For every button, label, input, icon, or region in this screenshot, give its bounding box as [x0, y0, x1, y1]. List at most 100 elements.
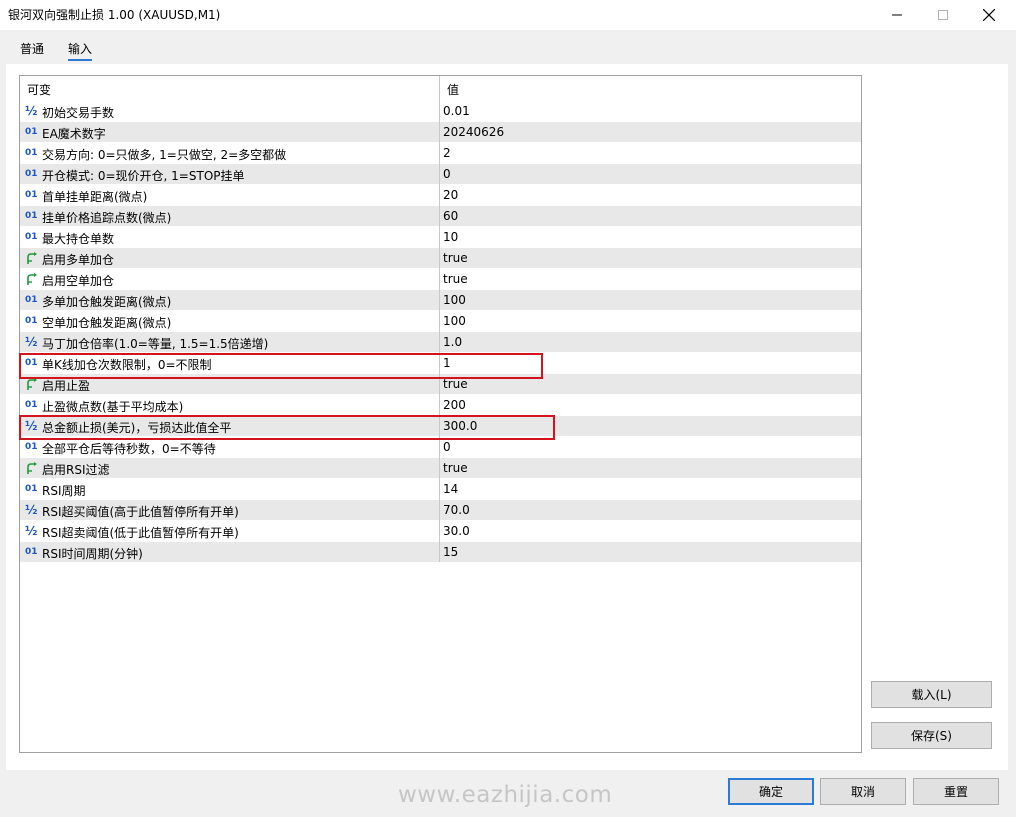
- maximize-icon: [938, 10, 948, 20]
- table-row[interactable]: 01 空单加仓触发距离(微点) 100: [20, 311, 861, 332]
- table-row[interactable]: 启用RSI过滤 true: [20, 458, 861, 479]
- table-row[interactable]: 01 挂单价格追踪点数(微点) 60: [20, 206, 861, 227]
- table-row[interactable]: 01 全部平仓后等待秒数，0=不等待 0: [20, 437, 861, 458]
- int-type-icon: 01: [25, 148, 38, 158]
- table-row[interactable]: 01 开仓模式: 0=现价开仓, 1=STOP挂单 0: [20, 164, 861, 185]
- table-row[interactable]: 01 RSI时间周期(分钟) 15: [20, 542, 861, 563]
- int-type-icon: 01: [25, 442, 38, 452]
- table-row[interactable]: ½ 总金额止损(美元)，亏损达此值全平 300.0: [20, 416, 861, 437]
- save-button[interactable]: 保存(S): [871, 722, 992, 749]
- parameter-name: RSI时间周期(分钟): [42, 547, 143, 561]
- parameter-value[interactable]: 70.0: [443, 503, 470, 517]
- table-row[interactable]: 01 单K线加仓次数限制，0=不限制 1: [20, 353, 861, 374]
- window-title: 银河双向强制止损 1.00 (XAUUSD,M1): [8, 8, 221, 22]
- bool-type-icon: [25, 378, 39, 391]
- parameter-value[interactable]: 10: [443, 230, 458, 244]
- bool-type-icon: [25, 252, 39, 265]
- parameter-value[interactable]: true: [443, 377, 468, 391]
- table-row[interactable]: 启用空单加仓 true: [20, 269, 861, 290]
- parameter-value[interactable]: 300.0: [443, 419, 477, 433]
- parameter-name: RSI超买阈值(高于此值暂停所有开单): [42, 505, 239, 519]
- parameter-name: 交易方向: 0=只做多, 1=只做空, 2=多空都做: [42, 148, 287, 162]
- parameter-value[interactable]: 60: [443, 209, 458, 223]
- parameter-value[interactable]: 20: [443, 188, 458, 202]
- tab-general[interactable]: 普通: [20, 40, 44, 62]
- int-type-icon: 01: [25, 169, 38, 179]
- parameter-name: 空单加仓触发距离(微点): [42, 316, 172, 330]
- column-header-value[interactable]: 值: [447, 81, 459, 98]
- parameter-value[interactable]: true: [443, 461, 468, 475]
- maximize-button[interactable]: [920, 0, 966, 30]
- parameter-name: 启用RSI过滤: [42, 463, 110, 477]
- double-type-icon: ½: [25, 419, 38, 433]
- parameter-value[interactable]: 1.0: [443, 335, 462, 349]
- parameter-value[interactable]: 0: [443, 167, 451, 181]
- table-row[interactable]: ½ RSI超买阈值(高于此值暂停所有开单) 70.0: [20, 500, 861, 521]
- load-button[interactable]: 载入(L): [871, 681, 992, 708]
- table-row[interactable]: ½ 初始交易手数 0.01: [20, 101, 861, 122]
- int-type-icon: 01: [25, 358, 38, 368]
- parameter-value[interactable]: 14: [443, 482, 458, 496]
- parameter-value[interactable]: 100: [443, 293, 466, 307]
- table-row[interactable]: ½ RSI超卖阈值(低于此值暂停所有开单) 30.0: [20, 521, 861, 542]
- parameter-name: 全部平仓后等待秒数，0=不等待: [42, 442, 216, 456]
- int-type-icon: 01: [25, 211, 38, 221]
- parameter-name: RSI超卖阈值(低于此值暂停所有开单): [42, 526, 239, 540]
- table-row[interactable]: 启用止盈 true: [20, 374, 861, 395]
- minimize-icon: [892, 14, 902, 16]
- close-icon: [983, 9, 995, 21]
- active-tab-indicator: [68, 59, 92, 61]
- parameter-name: 马丁加仓倍率(1.0=等量, 1.5=1.5倍递增): [42, 337, 269, 351]
- table-row[interactable]: 01 多单加仓触发距离(微点) 100: [20, 290, 861, 311]
- parameter-value[interactable]: 0: [443, 440, 451, 454]
- double-type-icon: ½: [25, 503, 38, 517]
- double-type-icon: ½: [25, 104, 38, 118]
- parameter-value[interactable]: 1: [443, 356, 451, 370]
- parameter-value[interactable]: 30.0: [443, 524, 470, 538]
- parameter-value[interactable]: true: [443, 272, 468, 286]
- parameter-name: 开仓模式: 0=现价开仓, 1=STOP挂单: [42, 169, 245, 183]
- title-bar: 银河双向强制止损 1.00 (XAUUSD,M1): [0, 0, 1016, 30]
- parameter-name: 启用多单加仓: [42, 253, 115, 267]
- int-type-icon: 01: [25, 190, 38, 200]
- table-row[interactable]: 01 首单挂单距离(微点) 20: [20, 185, 861, 206]
- column-separator[interactable]: [439, 76, 440, 562]
- int-type-icon: 01: [25, 547, 38, 557]
- parameter-name: EA魔术数字: [42, 127, 106, 141]
- parameter-name: 最大持仓单数: [42, 232, 115, 246]
- minimize-button[interactable]: [874, 0, 920, 30]
- inputs-grid: 可变 值 ½ 初始交易手数 0.01 01 EA魔术数字 20240626 01 交易方向: …: [19, 75, 862, 753]
- parameter-name: RSI周期: [42, 484, 86, 498]
- bool-type-icon: [25, 273, 39, 286]
- parameter-name: 单K线加仓次数限制，0=不限制: [42, 358, 212, 372]
- table-row[interactable]: ½ 马丁加仓倍率(1.0=等量, 1.5=1.5倍递增) 1.0: [20, 332, 861, 353]
- parameter-name: 止盈微点数(基于平均成本): [42, 400, 184, 414]
- parameter-value[interactable]: 0.01: [443, 104, 470, 118]
- table-row[interactable]: 01 RSI周期 14: [20, 479, 861, 500]
- column-header-variable[interactable]: 可变: [27, 81, 51, 98]
- tab-bar: 普通 输入: [0, 30, 1016, 64]
- table-row[interactable]: 01 最大持仓单数 10: [20, 227, 861, 248]
- table-row[interactable]: 01 止盈微点数(基于平均成本) 200: [20, 395, 861, 416]
- parameter-value[interactable]: 20240626: [443, 125, 504, 139]
- int-type-icon: 01: [25, 232, 38, 242]
- parameter-name: 总金额止损(美元)，亏损达此值全平: [42, 421, 232, 435]
- table-row[interactable]: 启用多单加仓 true: [20, 248, 861, 269]
- parameter-value[interactable]: 15: [443, 545, 458, 559]
- cancel-button[interactable]: 取消: [820, 778, 906, 805]
- parameter-value[interactable]: 2: [443, 146, 451, 160]
- parameter-name: 启用止盈: [42, 379, 91, 393]
- parameter-value[interactable]: true: [443, 251, 468, 265]
- close-button[interactable]: [966, 0, 1012, 30]
- int-type-icon: 01: [25, 316, 38, 326]
- reset-button[interactable]: 重置: [913, 778, 999, 805]
- parameter-name: 启用空单加仓: [42, 274, 115, 288]
- table-row[interactable]: 01 交易方向: 0=只做多, 1=只做空, 2=多空都做 2: [20, 143, 861, 164]
- ok-button[interactable]: 确定: [728, 778, 814, 805]
- int-type-icon: 01: [25, 484, 38, 494]
- parameter-value[interactable]: 200: [443, 398, 466, 412]
- grid-header: 可变 值: [20, 76, 861, 100]
- double-type-icon: ½: [25, 335, 38, 349]
- parameter-value[interactable]: 100: [443, 314, 466, 328]
- table-row[interactable]: 01 EA魔术数字 20240626: [20, 122, 861, 143]
